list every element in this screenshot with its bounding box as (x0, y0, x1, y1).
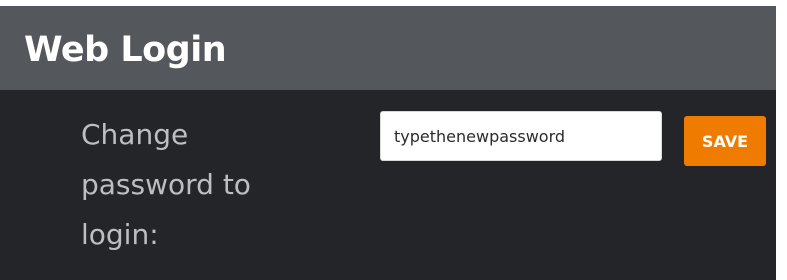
header-bar: Web Login (0, 6, 776, 90)
change-password-panel: Change password to login: SAVE (0, 90, 776, 280)
page-title: Web Login (24, 30, 227, 70)
save-button[interactable]: SAVE (684, 116, 766, 166)
new-password-input[interactable] (380, 111, 662, 161)
change-password-label: Change password to login: (81, 118, 251, 251)
web-login-widget: Web Login Change password to login: SAVE (0, 0, 787, 280)
